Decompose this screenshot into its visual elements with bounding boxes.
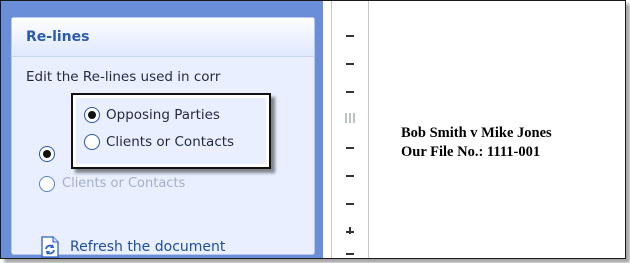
radio-clients-underlay[interactable] (39, 176, 55, 192)
ruler-tick (346, 91, 354, 93)
document-page[interactable]: Bob Smith v Mike Jones Our File No.: 111… (371, 1, 625, 258)
clients-label-underlay: Clients or Contacts (62, 176, 186, 191)
re-line-file-number: Our File No.: 1111-001 (401, 144, 541, 160)
ruler-tick (346, 175, 354, 177)
screenshot-frame: Re-lines Edit the Re-lines used in corr … (0, 0, 626, 259)
ruler-grip-icon[interactable] (345, 113, 355, 123)
refresh-document-label: Refresh the document (70, 239, 226, 255)
ruler-tick (346, 253, 354, 255)
radio-opposing-parties-underlay[interactable] (39, 146, 55, 162)
panel-title: Re-lines (12, 18, 314, 57)
vertical-ruler (331, 1, 369, 258)
re-line-parties: Bob Smith v Mike Jones (401, 125, 552, 141)
ruler-tick (346, 35, 354, 37)
task-pane: Re-lines Edit the Re-lines used in corr … (1, 1, 323, 258)
radio-opposing-parties[interactable] (84, 107, 100, 123)
option-opposing-parties[interactable]: Opposing Parties (84, 107, 220, 123)
refresh-document-link[interactable]: Refresh the document (40, 236, 225, 258)
option-clients-contacts[interactable]: Clients or Contacts (84, 134, 234, 150)
ruler-tick (346, 203, 354, 205)
ruler-tick-tall (349, 227, 351, 234)
refresh-document-icon (40, 236, 60, 258)
ruler-tick (346, 63, 354, 65)
zoom-callout: Opposing Parties Clients or Contacts (71, 93, 271, 169)
panel-description: Edit the Re-lines used in corr (26, 69, 221, 85)
radio-clients-contacts[interactable] (84, 134, 100, 150)
option-opposing-parties-label: Opposing Parties (106, 107, 220, 123)
ruler-tick (346, 147, 354, 149)
callout-body: Opposing Parties Clients or Contacts (76, 98, 266, 164)
option-clients-contacts-label: Clients or Contacts (106, 134, 235, 150)
